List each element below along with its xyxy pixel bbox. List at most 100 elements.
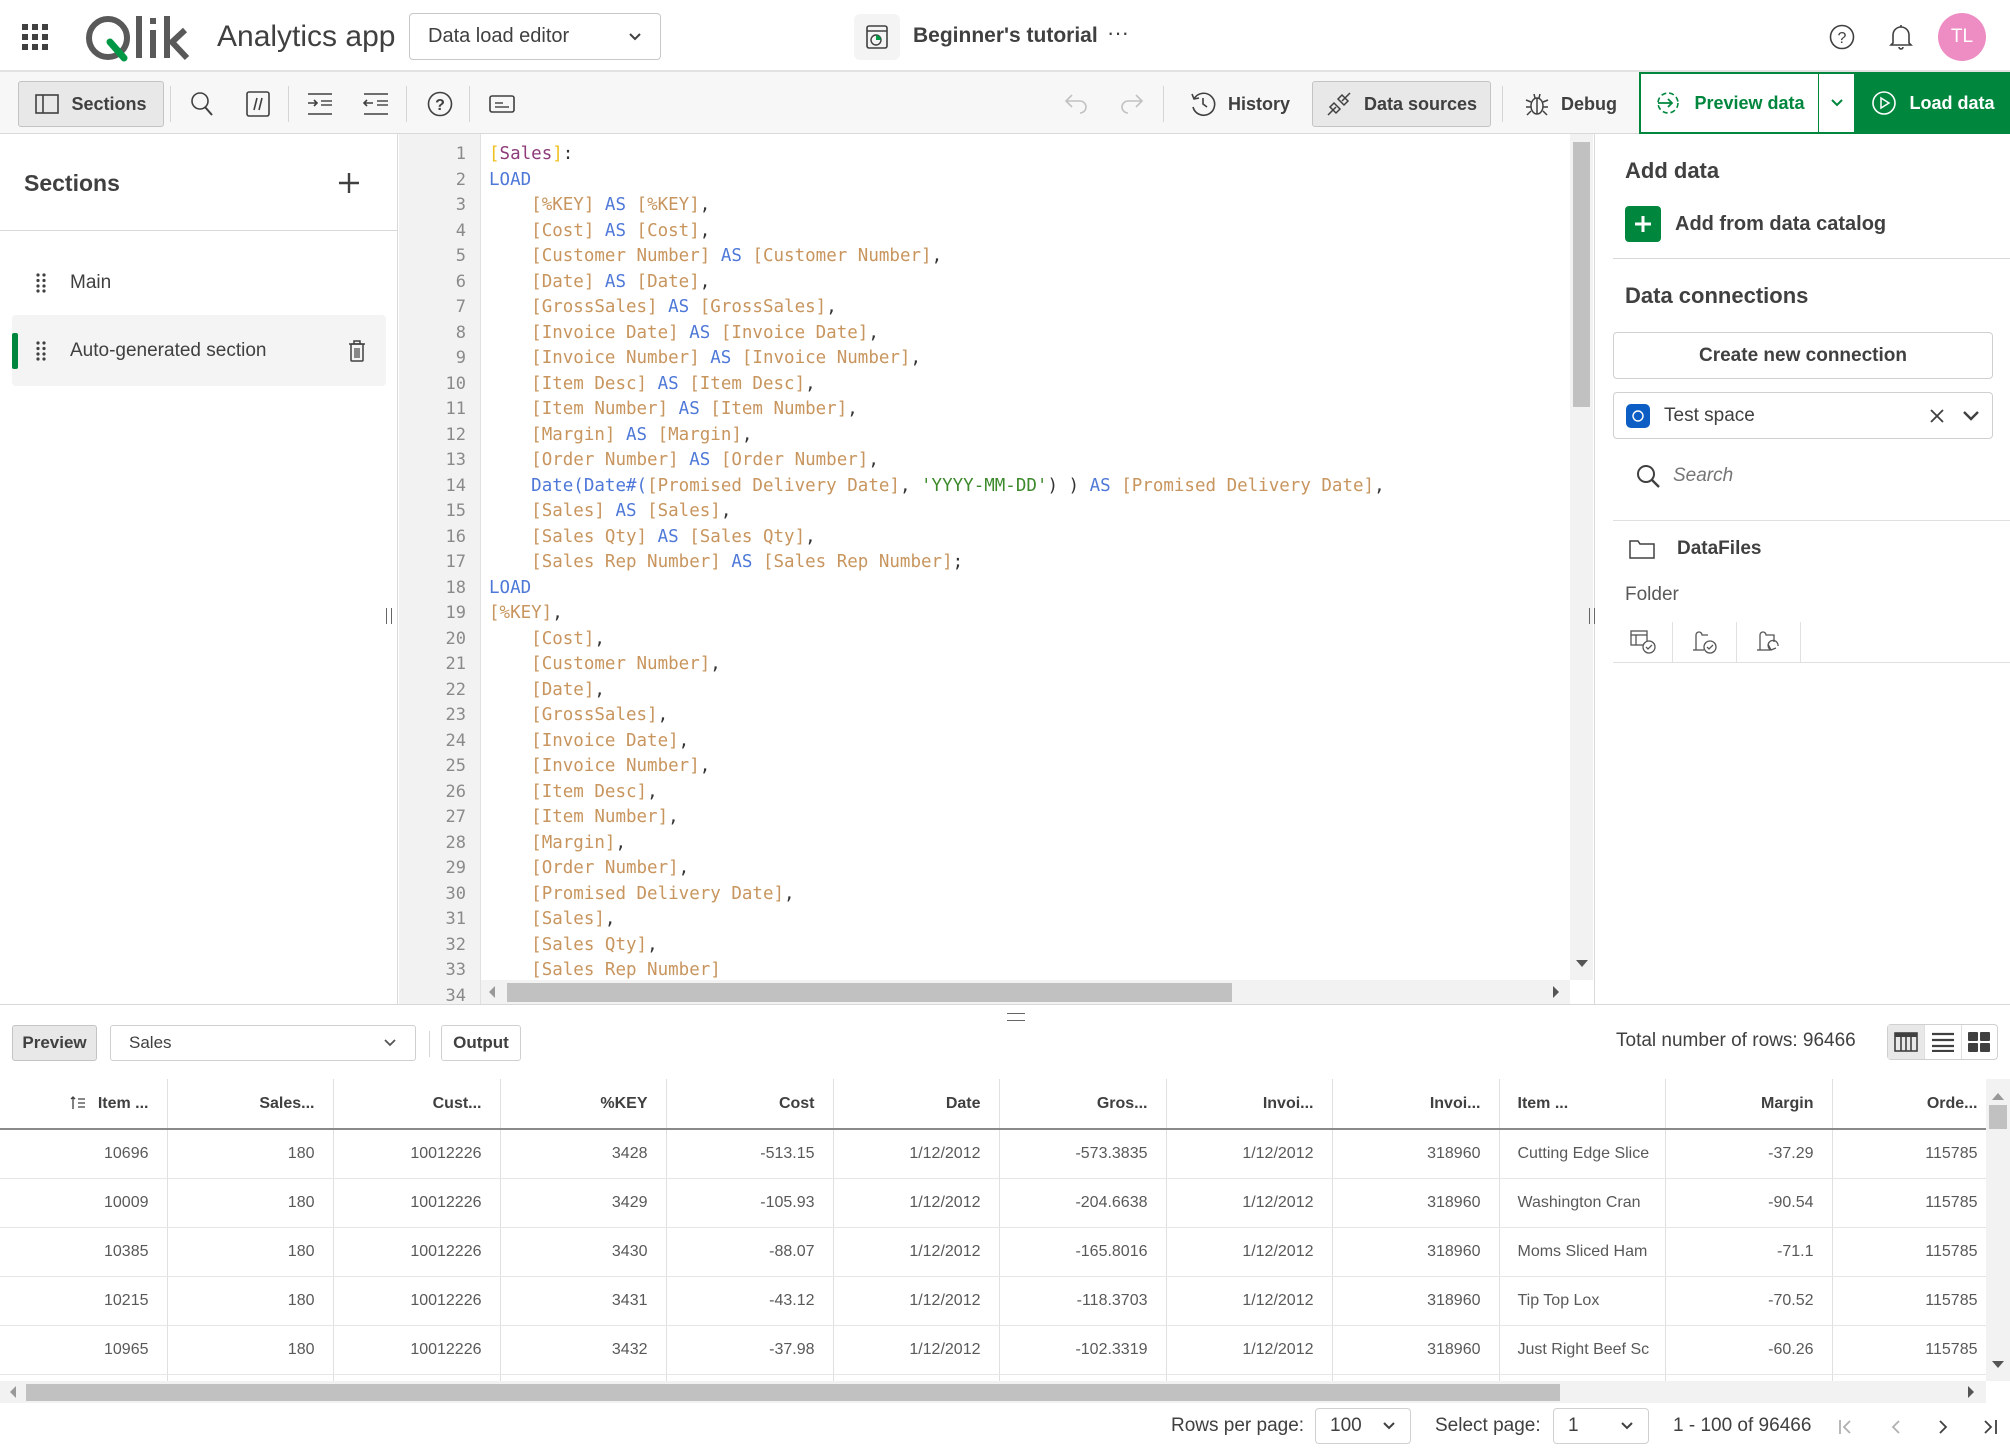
code-line[interactable]: [Margin] AS [Margin], — [489, 425, 752, 445]
code-line[interactable]: [Invoice Number] AS [Invoice Number], — [489, 348, 921, 368]
code-line[interactable]: [Sales Rep Number] — [489, 960, 721, 980]
select-data-icon[interactable] — [1613, 622, 1673, 662]
code-line[interactable]: [Cost], — [489, 629, 605, 649]
table-selector-dropdown[interactable]: Sales — [110, 1025, 416, 1061]
code-line[interactable]: [GrossSales] AS [GrossSales], — [489, 297, 837, 317]
syntax-help-icon[interactable]: ? — [422, 81, 458, 127]
code-line[interactable]: [Customer Number] AS [Customer Number], — [489, 246, 942, 266]
code-line[interactable]: [Order Number] AS [Order Number], — [489, 450, 879, 470]
create-new-connection-button[interactable]: Create new connection — [1613, 332, 1993, 379]
debug-button[interactable]: Debug — [1516, 81, 1626, 127]
user-avatar[interactable]: TL — [1938, 13, 1986, 61]
code-line[interactable]: [Invoice Date] AS [Invoice Date], — [489, 323, 879, 343]
chevron-down-icon[interactable] — [1962, 410, 1980, 422]
code-line[interactable]: [Customer Number], — [489, 654, 721, 674]
last-page-icon[interactable] — [1982, 1419, 1998, 1435]
indent-icon[interactable] — [302, 81, 338, 127]
column-header[interactable]: Invoi... — [1332, 1079, 1500, 1130]
code-line[interactable]: [Cost] AS [Cost], — [489, 221, 710, 241]
column-header[interactable]: Cost — [666, 1079, 834, 1130]
column-header[interactable]: Date — [833, 1079, 1000, 1130]
history-button[interactable]: History — [1180, 81, 1300, 127]
data-sources-button[interactable]: Data sources — [1312, 81, 1491, 127]
scroll-up-arrow-icon[interactable] — [1992, 1093, 2004, 1100]
scroll-left-arrow-icon[interactable] — [10, 1386, 16, 1398]
view-selector-dropdown[interactable]: Data load editor — [409, 13, 661, 60]
space-selector[interactable]: Test space — [1613, 392, 1993, 439]
scroll-left-arrow-icon[interactable] — [489, 986, 495, 998]
next-page-icon[interactable] — [1935, 1419, 1951, 1435]
panel-resize-handle[interactable] — [1589, 608, 1595, 624]
previous-page-icon[interactable] — [1888, 1419, 1904, 1435]
drag-handle-icon[interactable] — [36, 272, 46, 293]
more-options-button[interactable]: ··· — [1107, 20, 1129, 46]
code-line[interactable]: [Sales] AS [Sales], — [489, 501, 731, 521]
script-editor[interactable]: 1 2 3 4 5 6 7 8 9 10 11 12 13 14 15 16 17 18 19 20 21 22 23 24 2… — [399, 134, 1593, 1006]
column-header[interactable]: Invoi... — [1166, 1079, 1333, 1130]
editor-vertical-scrollbar[interactable] — [1570, 134, 1593, 980]
redo-icon[interactable] — [1116, 81, 1148, 127]
column-header[interactable]: Gros... — [999, 1079, 1167, 1130]
comment-toggle-icon[interactable] — [240, 81, 276, 127]
code-line[interactable]: [Invoice Date], — [489, 731, 689, 751]
connection-search[interactable] — [1635, 454, 1995, 498]
table-horizontal-scrollbar[interactable] — [0, 1381, 1986, 1403]
connection-search-input[interactable] — [1673, 465, 1973, 487]
code-line[interactable]: [Invoice Number], — [489, 756, 710, 776]
code-line[interactable]: Date(Date#([Promised Delivery Date], 'YY… — [489, 476, 1384, 496]
code-line[interactable]: [Sales]: — [489, 144, 573, 164]
sections-toggle-button[interactable]: Sections — [18, 81, 164, 127]
column-header[interactable]: Sales... — [167, 1079, 334, 1130]
column-header[interactable]: Margin — [1665, 1079, 1833, 1130]
select-page-select[interactable]: 1 — [1553, 1408, 1649, 1444]
output-tab[interactable]: Output — [441, 1025, 521, 1061]
code-line[interactable]: [Date] AS [Date], — [489, 272, 710, 292]
rows-per-page-select[interactable]: 100 — [1315, 1408, 1411, 1444]
code-line[interactable]: [Sales Qty], — [489, 935, 657, 955]
edit-connection-icon[interactable] — [1673, 622, 1737, 662]
sections-resize-handle[interactable] — [386, 608, 392, 624]
code-line[interactable]: [Date], — [489, 680, 605, 700]
scroll-down-arrow-icon[interactable] — [1576, 960, 1588, 967]
add-section-plus-icon[interactable] — [338, 172, 360, 194]
section-item-auto-generated[interactable]: Auto-generated section — [12, 315, 386, 386]
table-vertical-scrollbar[interactable] — [1986, 1079, 2010, 1381]
column-header[interactable]: Item ... — [1499, 1079, 1666, 1130]
code-line[interactable]: [Sales], — [489, 909, 615, 929]
drag-handle-icon[interactable] — [36, 340, 46, 361]
grid-view-icon[interactable] — [1960, 1025, 1997, 1059]
code-line[interactable]: [Margin], — [489, 833, 626, 853]
add-from-data-catalog-button[interactable]: Add from data catalog — [1625, 206, 1886, 242]
code-line[interactable]: [Item Number], — [489, 807, 679, 827]
qlik-logo[interactable] — [84, 12, 196, 64]
scroll-down-arrow-icon[interactable] — [1992, 1361, 2004, 1368]
app-launcher-icon[interactable] — [22, 24, 48, 50]
preview-options-dropdown[interactable] — [1819, 72, 1856, 134]
code-line[interactable]: LOAD — [489, 170, 531, 190]
editor-horizontal-scrollbar[interactable] — [481, 980, 1570, 1004]
code-line[interactable]: [Item Desc], — [489, 782, 657, 802]
help-icon[interactable]: ? — [1829, 24, 1855, 50]
code-line[interactable]: [Sales Qty] AS [Sales Qty], — [489, 527, 816, 547]
code-line[interactable]: [Item Number] AS [Item Number], — [489, 399, 858, 419]
insert-connection-string-icon[interactable] — [1737, 622, 1801, 662]
code-line[interactable]: LOAD — [489, 578, 531, 598]
table-vertical-scroll-thumb[interactable] — [1989, 1105, 2007, 1129]
column-header[interactable]: Cust... — [333, 1079, 501, 1130]
preview-resize-handle[interactable] — [1007, 1013, 1025, 1021]
code-line[interactable]: [Order Number], — [489, 858, 689, 878]
preview-data-button[interactable]: Preview data — [1639, 72, 1820, 134]
notifications-bell-icon[interactable] — [1889, 23, 1913, 51]
first-page-icon[interactable] — [1838, 1419, 1854, 1435]
clear-x-icon[interactable] — [1930, 408, 1944, 423]
code-line[interactable]: [GrossSales], — [489, 705, 668, 725]
code-line[interactable]: [%KEY] AS [%KEY], — [489, 195, 710, 215]
code-line[interactable]: [%KEY], — [489, 603, 563, 623]
sheet-title[interactable]: Beginner's tutorial — [913, 24, 1098, 48]
preview-tab[interactable]: Preview — [12, 1025, 97, 1061]
code-line[interactable]: [Promised Delivery Date], — [489, 884, 794, 904]
editor-vertical-scroll-thumb[interactable] — [1573, 142, 1590, 407]
search-icon[interactable] — [184, 81, 220, 127]
scroll-right-arrow-icon[interactable] — [1553, 986, 1559, 998]
trash-icon[interactable] — [348, 339, 366, 363]
